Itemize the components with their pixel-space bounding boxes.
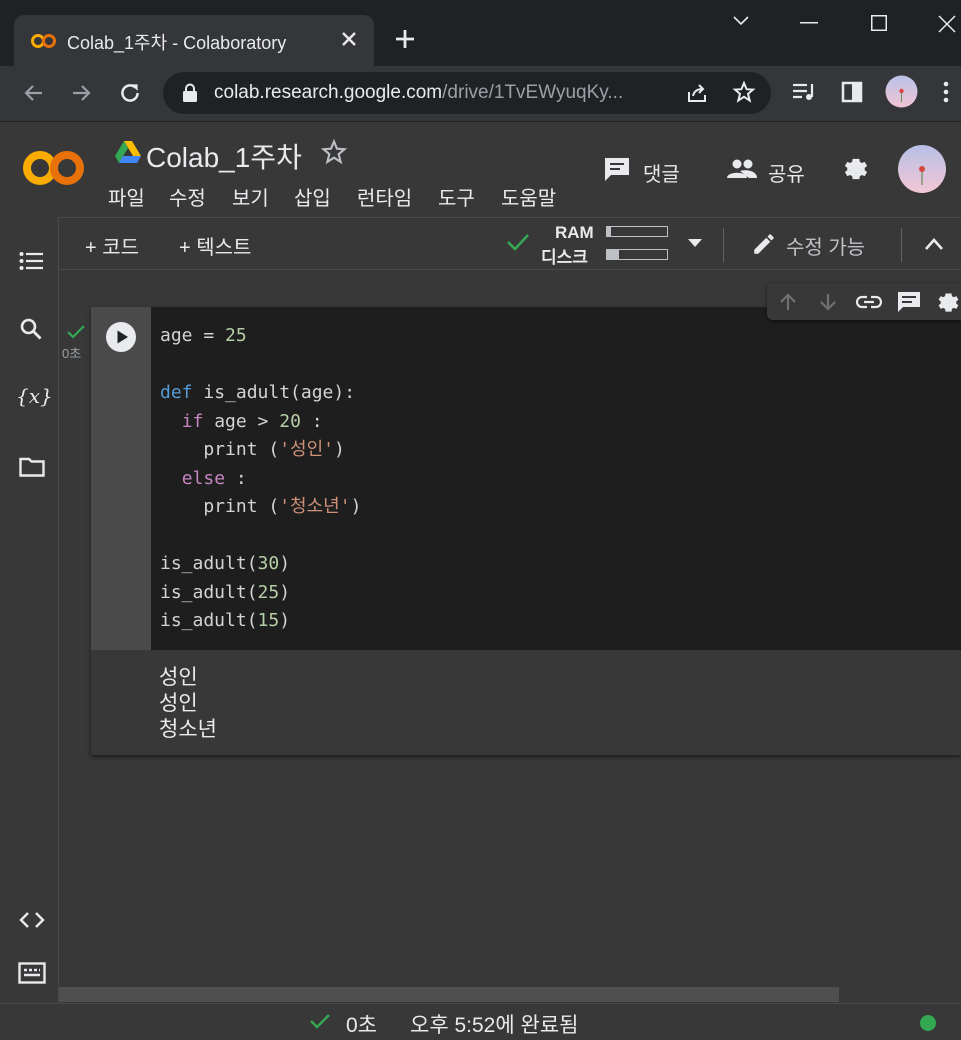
code-line: is_adult(15)	[160, 610, 291, 631]
browser-tab-strip: Colab_1주차 - Colaboratory	[0, 0, 961, 66]
gear-icon[interactable]	[842, 155, 870, 183]
colab-header: Colab_1주차 파일 수정 보기 삽입 런타임 도구 도움말 댓글 공유	[0, 121, 961, 217]
terminal-icon[interactable]	[18, 962, 46, 984]
share-page-icon[interactable]	[685, 81, 709, 105]
share-label[interactable]: 공유	[768, 158, 805, 187]
close-window-icon[interactable]	[938, 15, 956, 33]
toc-icon[interactable]	[19, 251, 43, 271]
colab-logo[interactable]	[22, 148, 86, 188]
code-line: def is_adult(age):	[160, 382, 356, 403]
url-path: /drive/1TvEWyuqKy...	[442, 82, 624, 103]
status-check-icon	[310, 1013, 330, 1029]
connected-check-icon	[506, 232, 530, 252]
add-code-button[interactable]: + 코드	[85, 231, 139, 260]
move-up-icon[interactable]	[778, 292, 798, 312]
menu-edit[interactable]: 수정	[169, 182, 206, 211]
search-icon[interactable]	[20, 318, 42, 340]
variables-icon[interactable]: {𝑥}	[16, 384, 53, 408]
tab-search-icon[interactable]	[733, 16, 749, 26]
tab-title: Colab_1주차 - Colaboratory	[67, 33, 287, 53]
people-icon[interactable]	[727, 159, 757, 179]
cell-gutter	[91, 307, 151, 650]
reading-list-icon[interactable]	[791, 80, 817, 104]
menu-tools[interactable]: 도구	[438, 182, 475, 211]
address-bar[interactable]: colab.research.google.com/drive/1TvEWyuq…	[163, 72, 771, 114]
code-line: age = 25	[160, 325, 247, 346]
link-icon[interactable]	[856, 295, 882, 309]
profile-avatar[interactable]	[885, 75, 918, 108]
cell-exec-time: 0초	[62, 346, 82, 361]
more-icon[interactable]	[943, 80, 949, 104]
status-completed[interactable]: 오후 5:52에 완료됨	[410, 1009, 578, 1039]
back-icon[interactable]	[22, 81, 46, 105]
horizontal-scrollbar[interactable]	[59, 987, 839, 1002]
ram-meter-fill	[607, 227, 611, 236]
menu-view[interactable]: 보기	[232, 182, 269, 211]
colab-favicon-icon	[31, 31, 57, 51]
move-down-icon[interactable]	[818, 292, 838, 312]
browser-toolbar: colab.research.google.com/drive/1TvEWyuq…	[0, 66, 961, 121]
edit-mode-label[interactable]: 수정 가능	[786, 231, 865, 260]
cell-toolbar	[767, 283, 961, 320]
status-duration[interactable]: 0초	[346, 1009, 377, 1039]
code-line: else :	[181, 467, 247, 489]
close-tab-icon[interactable]	[340, 30, 358, 48]
menu-insert[interactable]: 삽입	[294, 182, 331, 211]
cell-comment-icon[interactable]	[897, 291, 921, 313]
comment-label[interactable]: 댓글	[643, 158, 680, 187]
maximize-icon[interactable]	[871, 15, 887, 31]
status-bar: 0초 오후 5:52에 완료됨	[0, 1003, 961, 1040]
url-text: colab.research.google.com/drive/1TvEWyuq…	[214, 82, 623, 104]
run-icon[interactable]	[106, 322, 136, 352]
menu-file[interactable]: 파일	[108, 182, 145, 211]
code-line: print ('성인')	[160, 439, 345, 460]
menu-runtime[interactable]: 런타임	[357, 182, 412, 211]
ram-meter[interactable]	[606, 226, 668, 237]
new-tab-icon[interactable]	[393, 27, 417, 51]
collapse-icon[interactable]	[924, 237, 944, 251]
toolbar-divider	[723, 228, 724, 262]
reload-icon[interactable]	[117, 80, 143, 106]
code-line: if age > 20 :	[181, 410, 323, 432]
bookmark-star-icon[interactable]	[732, 80, 756, 104]
toolbar-divider-2	[901, 228, 902, 262]
comment-icon[interactable]	[603, 156, 631, 182]
cell-output: 성인 성인 청소년	[91, 650, 961, 755]
folder-icon[interactable]	[19, 457, 45, 477]
star-icon[interactable]	[320, 138, 348, 166]
code-line: is_adult(30)	[160, 553, 291, 574]
cell-settings-icon[interactable]	[936, 290, 961, 315]
code-snippets-icon[interactable]	[19, 911, 45, 929]
code-line: print ('청소년')	[160, 496, 362, 517]
drive-icon[interactable]	[115, 141, 141, 163]
code-cell[interactable]: age = 25 def is_adult(age): if age > 20 …	[91, 307, 961, 755]
output-line: 청소년	[159, 718, 217, 741]
forward-icon[interactable]	[69, 81, 93, 105]
code-line: is_adult(25)	[160, 581, 291, 603]
disk-meter-fill	[607, 250, 619, 259]
disk-label: 디스크	[541, 248, 588, 267]
minimize-icon[interactable]	[800, 22, 818, 24]
side-panel-icon[interactable]	[841, 81, 863, 103]
left-sidebar: {𝑥}	[0, 217, 59, 1003]
menu-help[interactable]: 도움말	[501, 182, 556, 211]
url-host: colab.research.google.com	[214, 82, 443, 103]
doc-title[interactable]: Colab_1주차	[146, 136, 302, 176]
notebook-toolbar: + 코드 + 텍스트 RAM 디스크 수정 가능	[59, 217, 961, 270]
add-text-button[interactable]: + 텍스트	[179, 231, 251, 260]
account-avatar[interactable]	[898, 145, 946, 193]
cell-status-check-icon	[67, 325, 85, 339]
disk-meter[interactable]	[606, 249, 668, 260]
ram-label: RAM	[555, 223, 594, 242]
lock-icon[interactable]	[182, 83, 198, 103]
connection-indicator[interactable]	[920, 1015, 936, 1031]
resources-dropdown-icon[interactable]	[688, 239, 702, 247]
code-editor[interactable]: age = 25 def is_adult(age): if age > 20 …	[160, 322, 361, 636]
pencil-icon[interactable]	[751, 231, 777, 257]
browser-tab[interactable]: Colab_1주차 - Colaboratory	[14, 15, 374, 66]
